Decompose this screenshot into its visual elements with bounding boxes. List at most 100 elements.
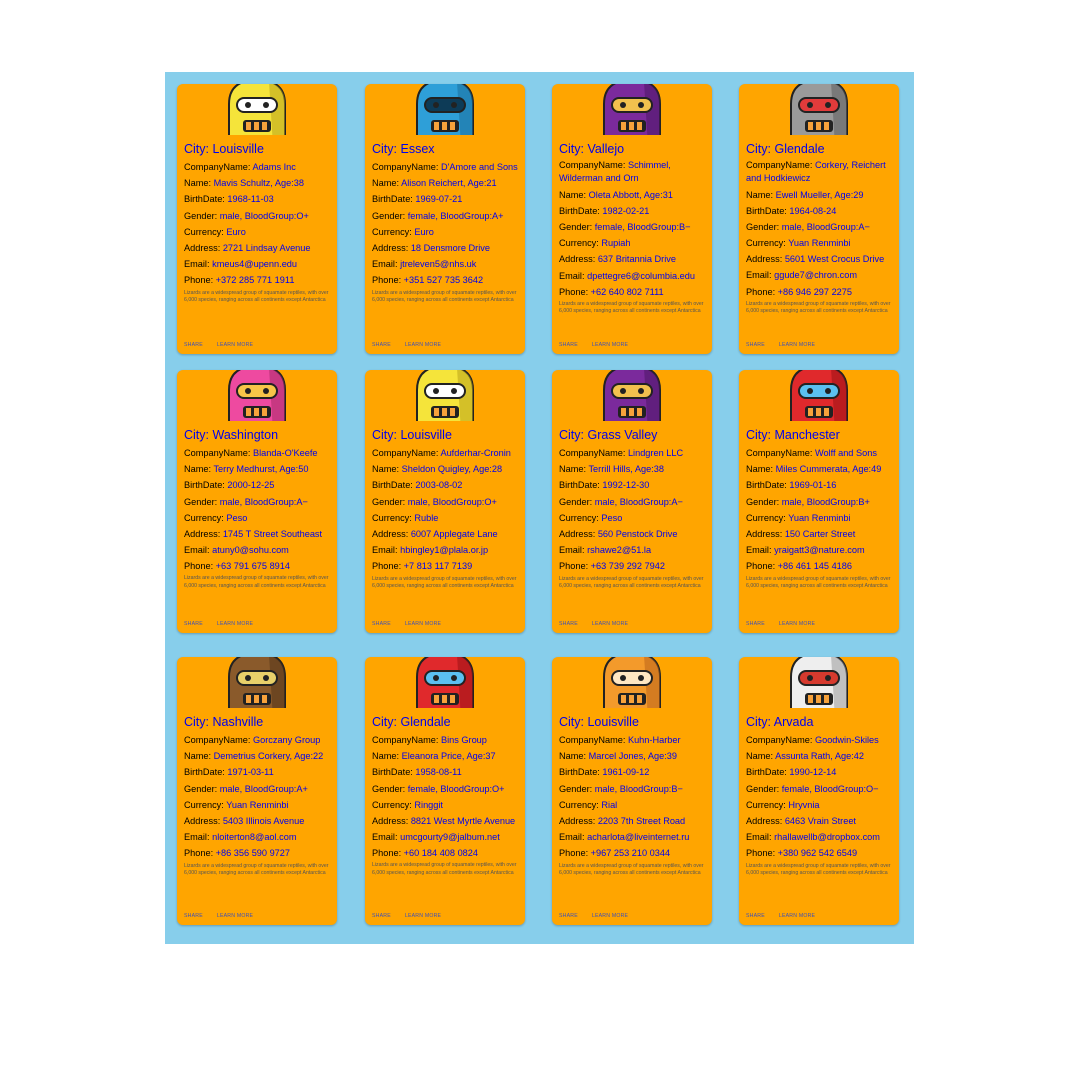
- city-value: Louisville: [212, 142, 264, 156]
- name-label: Name:: [372, 751, 402, 762]
- card-city: City: Essex: [372, 141, 519, 157]
- share-button[interactable]: SHARE: [372, 621, 391, 627]
- learn-more-button[interactable]: LEARN MORE: [217, 913, 253, 919]
- phone-label: Phone:: [184, 275, 216, 286]
- learn-more-button[interactable]: LEARN MORE: [405, 342, 441, 348]
- gender-row: Gender: female, BloodGroup:B−: [559, 219, 706, 235]
- gender-value: male, BloodGroup:B−: [594, 783, 683, 794]
- name-value: Eleanora Price, Age:37: [401, 751, 496, 762]
- email-label: Email:: [746, 270, 775, 281]
- birthdate-label: BirthDate:: [372, 194, 416, 205]
- learn-more-button[interactable]: LEARN MORE: [405, 621, 441, 627]
- name-row: Name: Sheldon Quigley, Age:28: [372, 461, 519, 477]
- currency-label: Currency:: [746, 238, 789, 249]
- share-button[interactable]: SHARE: [372, 913, 391, 919]
- city-value: Arvada: [773, 715, 814, 729]
- gender-value: male, BloodGroup:A−: [219, 496, 308, 507]
- email-value: yraigatt3@nature.com: [774, 545, 865, 556]
- avatar: [552, 84, 712, 135]
- card-description: Lizards are a widespread group of squama…: [372, 575, 517, 590]
- gender-row: Gender: male, BloodGroup:A−: [746, 219, 893, 235]
- name-row: Name: Demetrius Corkery, Age:22: [184, 748, 331, 764]
- learn-more-button[interactable]: LEARN MORE: [217, 621, 253, 627]
- name-label: Name:: [559, 751, 589, 762]
- address-label: Address:: [372, 815, 411, 826]
- learn-more-button[interactable]: LEARN MORE: [217, 342, 253, 348]
- name-label: Name:: [746, 464, 776, 475]
- phone-label: Phone:: [372, 561, 404, 572]
- avatar: [177, 84, 337, 135]
- currency-value: Peso: [601, 512, 623, 523]
- share-button[interactable]: SHARE: [372, 342, 391, 348]
- learn-more-button[interactable]: LEARN MORE: [405, 913, 441, 919]
- card-city: City: Glendale: [372, 714, 519, 730]
- name-value: Oleta Abbott, Age:31: [588, 189, 673, 200]
- name-row: Name: Assunta Rath, Age:42: [746, 748, 893, 764]
- card-description: Lizards are a widespread group of squama…: [184, 862, 329, 877]
- company-value: Bins Group: [440, 735, 487, 745]
- currency-value: Yuan Renminbi: [788, 512, 851, 523]
- gender-label: Gender:: [184, 496, 220, 507]
- share-button[interactable]: SHARE: [559, 621, 578, 627]
- currency-row: Currency: Yuan Renminbi: [184, 797, 331, 813]
- birthdate-label: BirthDate:: [184, 194, 228, 205]
- share-button[interactable]: SHARE: [559, 913, 578, 919]
- share-button[interactable]: SHARE: [184, 621, 203, 627]
- currency-value: Euro: [414, 226, 434, 237]
- city-value: Washington: [212, 428, 279, 442]
- name-label: Name:: [184, 464, 214, 475]
- currency-row: Currency: Peso: [184, 510, 331, 526]
- currency-row: Currency: Rial: [559, 797, 706, 813]
- address-row: Address: 560 Penstock Drive: [559, 526, 706, 542]
- share-button[interactable]: SHARE: [559, 342, 578, 348]
- card-description: Lizards are a widespread group of squama…: [746, 862, 891, 877]
- card-description: Lizards are a widespread group of squama…: [184, 575, 329, 589]
- share-button[interactable]: SHARE: [184, 342, 203, 348]
- birthdate-label: BirthDate:: [746, 480, 790, 491]
- gender-label: Gender:: [184, 210, 220, 221]
- card-actions: SHARE LEARN MORE: [559, 342, 642, 348]
- user-card: City: Grass Valley CompanyName: Lindgren…: [552, 370, 712, 633]
- birthdate-value: 1969-07-21: [415, 194, 463, 205]
- card-description: Lizards are a widespread group of squama…: [559, 300, 704, 315]
- learn-more-button[interactable]: LEARN MORE: [779, 621, 815, 627]
- gender-row: Gender: female, BloodGroup:A+: [372, 208, 519, 224]
- learn-more-button[interactable]: LEARN MORE: [592, 621, 628, 627]
- email-label: Email:: [559, 270, 588, 281]
- learn-more-button[interactable]: LEARN MORE: [592, 342, 628, 348]
- name-value: Marcel Jones, Age:39: [588, 751, 677, 762]
- email-row: Email: umcgourty9@jalbum.net: [372, 829, 519, 845]
- address-value: 18 Densmore Drive: [410, 243, 490, 254]
- avatar: [365, 657, 525, 708]
- email-value: rshawe2@51.la: [587, 545, 652, 556]
- learn-more-button[interactable]: LEARN MORE: [779, 913, 815, 919]
- learn-more-button[interactable]: LEARN MORE: [592, 913, 628, 919]
- company-label: CompanyName:: [184, 448, 253, 458]
- company-value: Adams Inc: [252, 162, 296, 172]
- birthdate-value: 1968-11-03: [227, 194, 274, 205]
- share-button[interactable]: SHARE: [746, 621, 765, 627]
- email-value: nloiterton8@aol.com: [212, 832, 297, 843]
- city-label: City:: [372, 142, 401, 156]
- share-button[interactable]: SHARE: [184, 913, 203, 919]
- user-card: City: Washington CompanyName: Blanda-O'K…: [177, 370, 337, 633]
- city-label: City:: [746, 428, 775, 442]
- avatar: [552, 657, 712, 708]
- currency-value: Rupiah: [601, 238, 631, 249]
- learn-more-button[interactable]: LEARN MORE: [779, 342, 815, 348]
- currency-row: Currency: Hryvnia: [746, 797, 893, 813]
- phone-label: Phone:: [559, 286, 591, 297]
- company-row: CompanyName: Aufderhar-Cronin: [372, 445, 519, 461]
- share-button[interactable]: SHARE: [746, 913, 765, 919]
- birthdate-row: BirthDate: 1992-12-30: [559, 477, 706, 493]
- phone-row: Phone: +86 356 590 9727: [184, 845, 331, 861]
- currency-label: Currency:: [559, 238, 602, 249]
- currency-row: Currency: Euro: [184, 224, 331, 240]
- phone-value: +967 253 210 0344: [590, 848, 671, 859]
- address-value: 5403 Illinois Avenue: [222, 816, 305, 827]
- phone-row: Phone: +351 527 735 3642: [372, 272, 519, 288]
- name-row: Name: Marcel Jones, Age:39: [559, 748, 706, 764]
- currency-row: Currency: Ruble: [372, 510, 519, 526]
- share-button[interactable]: SHARE: [746, 342, 765, 348]
- name-value: Mavis Schultz, Age:38: [213, 178, 305, 189]
